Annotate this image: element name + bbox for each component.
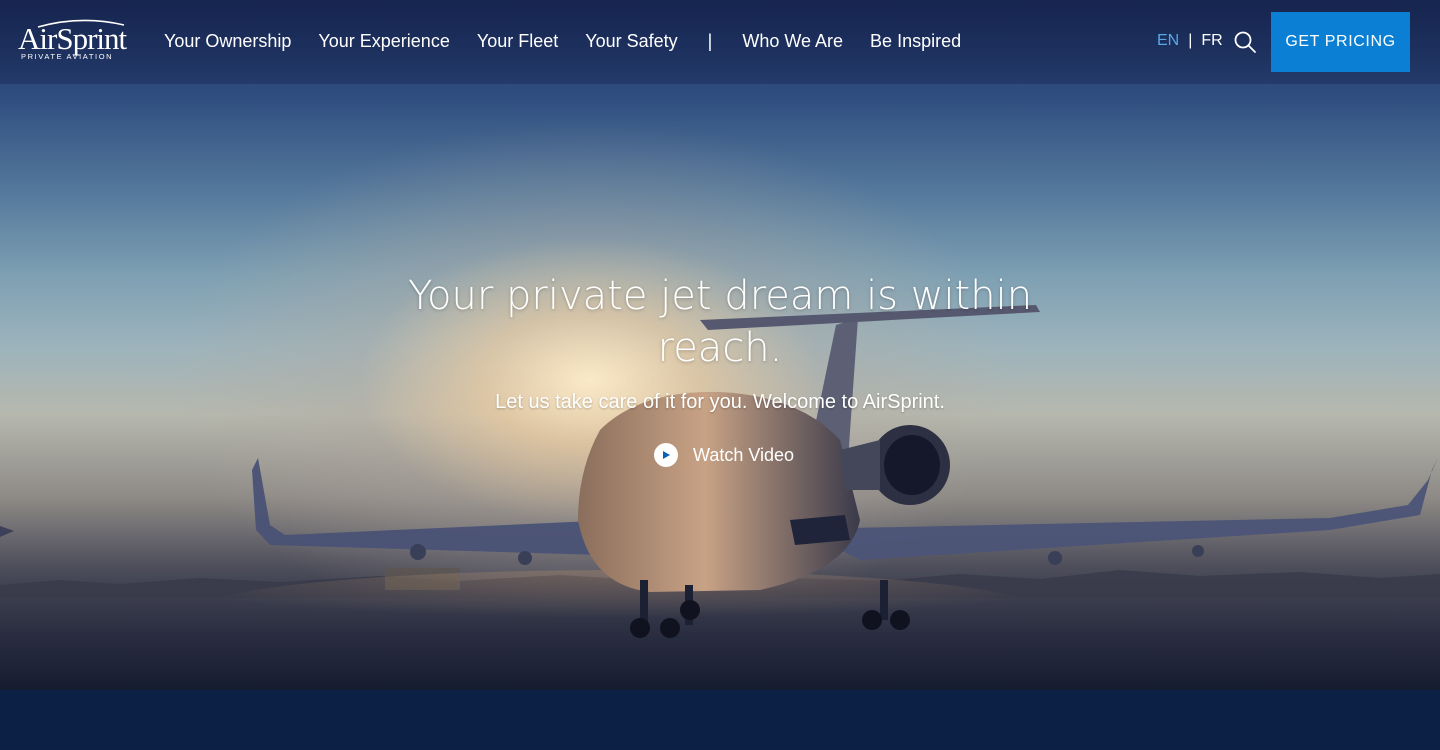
nav-item-your-experience[interactable]: Your Experience [318, 28, 449, 54]
hero-headline: Your private jet dream is within reach. [407, 273, 1033, 371]
play-icon [654, 443, 678, 467]
language-switcher: EN | FR [1157, 28, 1223, 54]
logo-wordmark: AirSprint [18, 21, 127, 56]
watch-video-label: Watch Video [693, 445, 795, 465]
nav-item-who-we-are[interactable]: Who We Are [742, 28, 843, 54]
main-nav: Your Ownership Your Experience Your Flee… [164, 28, 961, 54]
nav-item-your-safety[interactable]: Your Safety [585, 28, 677, 54]
language-separator: | [1188, 32, 1193, 49]
search-icon[interactable] [1233, 30, 1257, 54]
get-pricing-button[interactable]: GET PRICING [1271, 12, 1410, 72]
hero-subhead: Let us take care of it for you. Welcome … [495, 391, 945, 413]
section-band [0, 690, 1440, 750]
logo-tagline: PRIVATE AVIATION [21, 52, 114, 61]
site-header: AirSprint PRIVATE AVIATION Your Ownershi… [0, 0, 1440, 84]
page: AirSprint PRIVATE AVIATION Your Ownershi… [0, 0, 1440, 750]
nav-item-your-ownership[interactable]: Your Ownership [164, 28, 291, 54]
language-fr[interactable]: FR [1201, 28, 1222, 54]
language-en[interactable]: EN [1157, 28, 1179, 54]
nav-item-be-inspired[interactable]: Be Inspired [870, 28, 961, 54]
nav-separator: | [707, 31, 713, 51]
nav-item-your-fleet[interactable]: Your Fleet [477, 28, 558, 54]
airsprint-logo[interactable]: AirSprint PRIVATE AVIATION [18, 18, 134, 62]
watch-video-link[interactable]: Watch Video [654, 441, 794, 469]
